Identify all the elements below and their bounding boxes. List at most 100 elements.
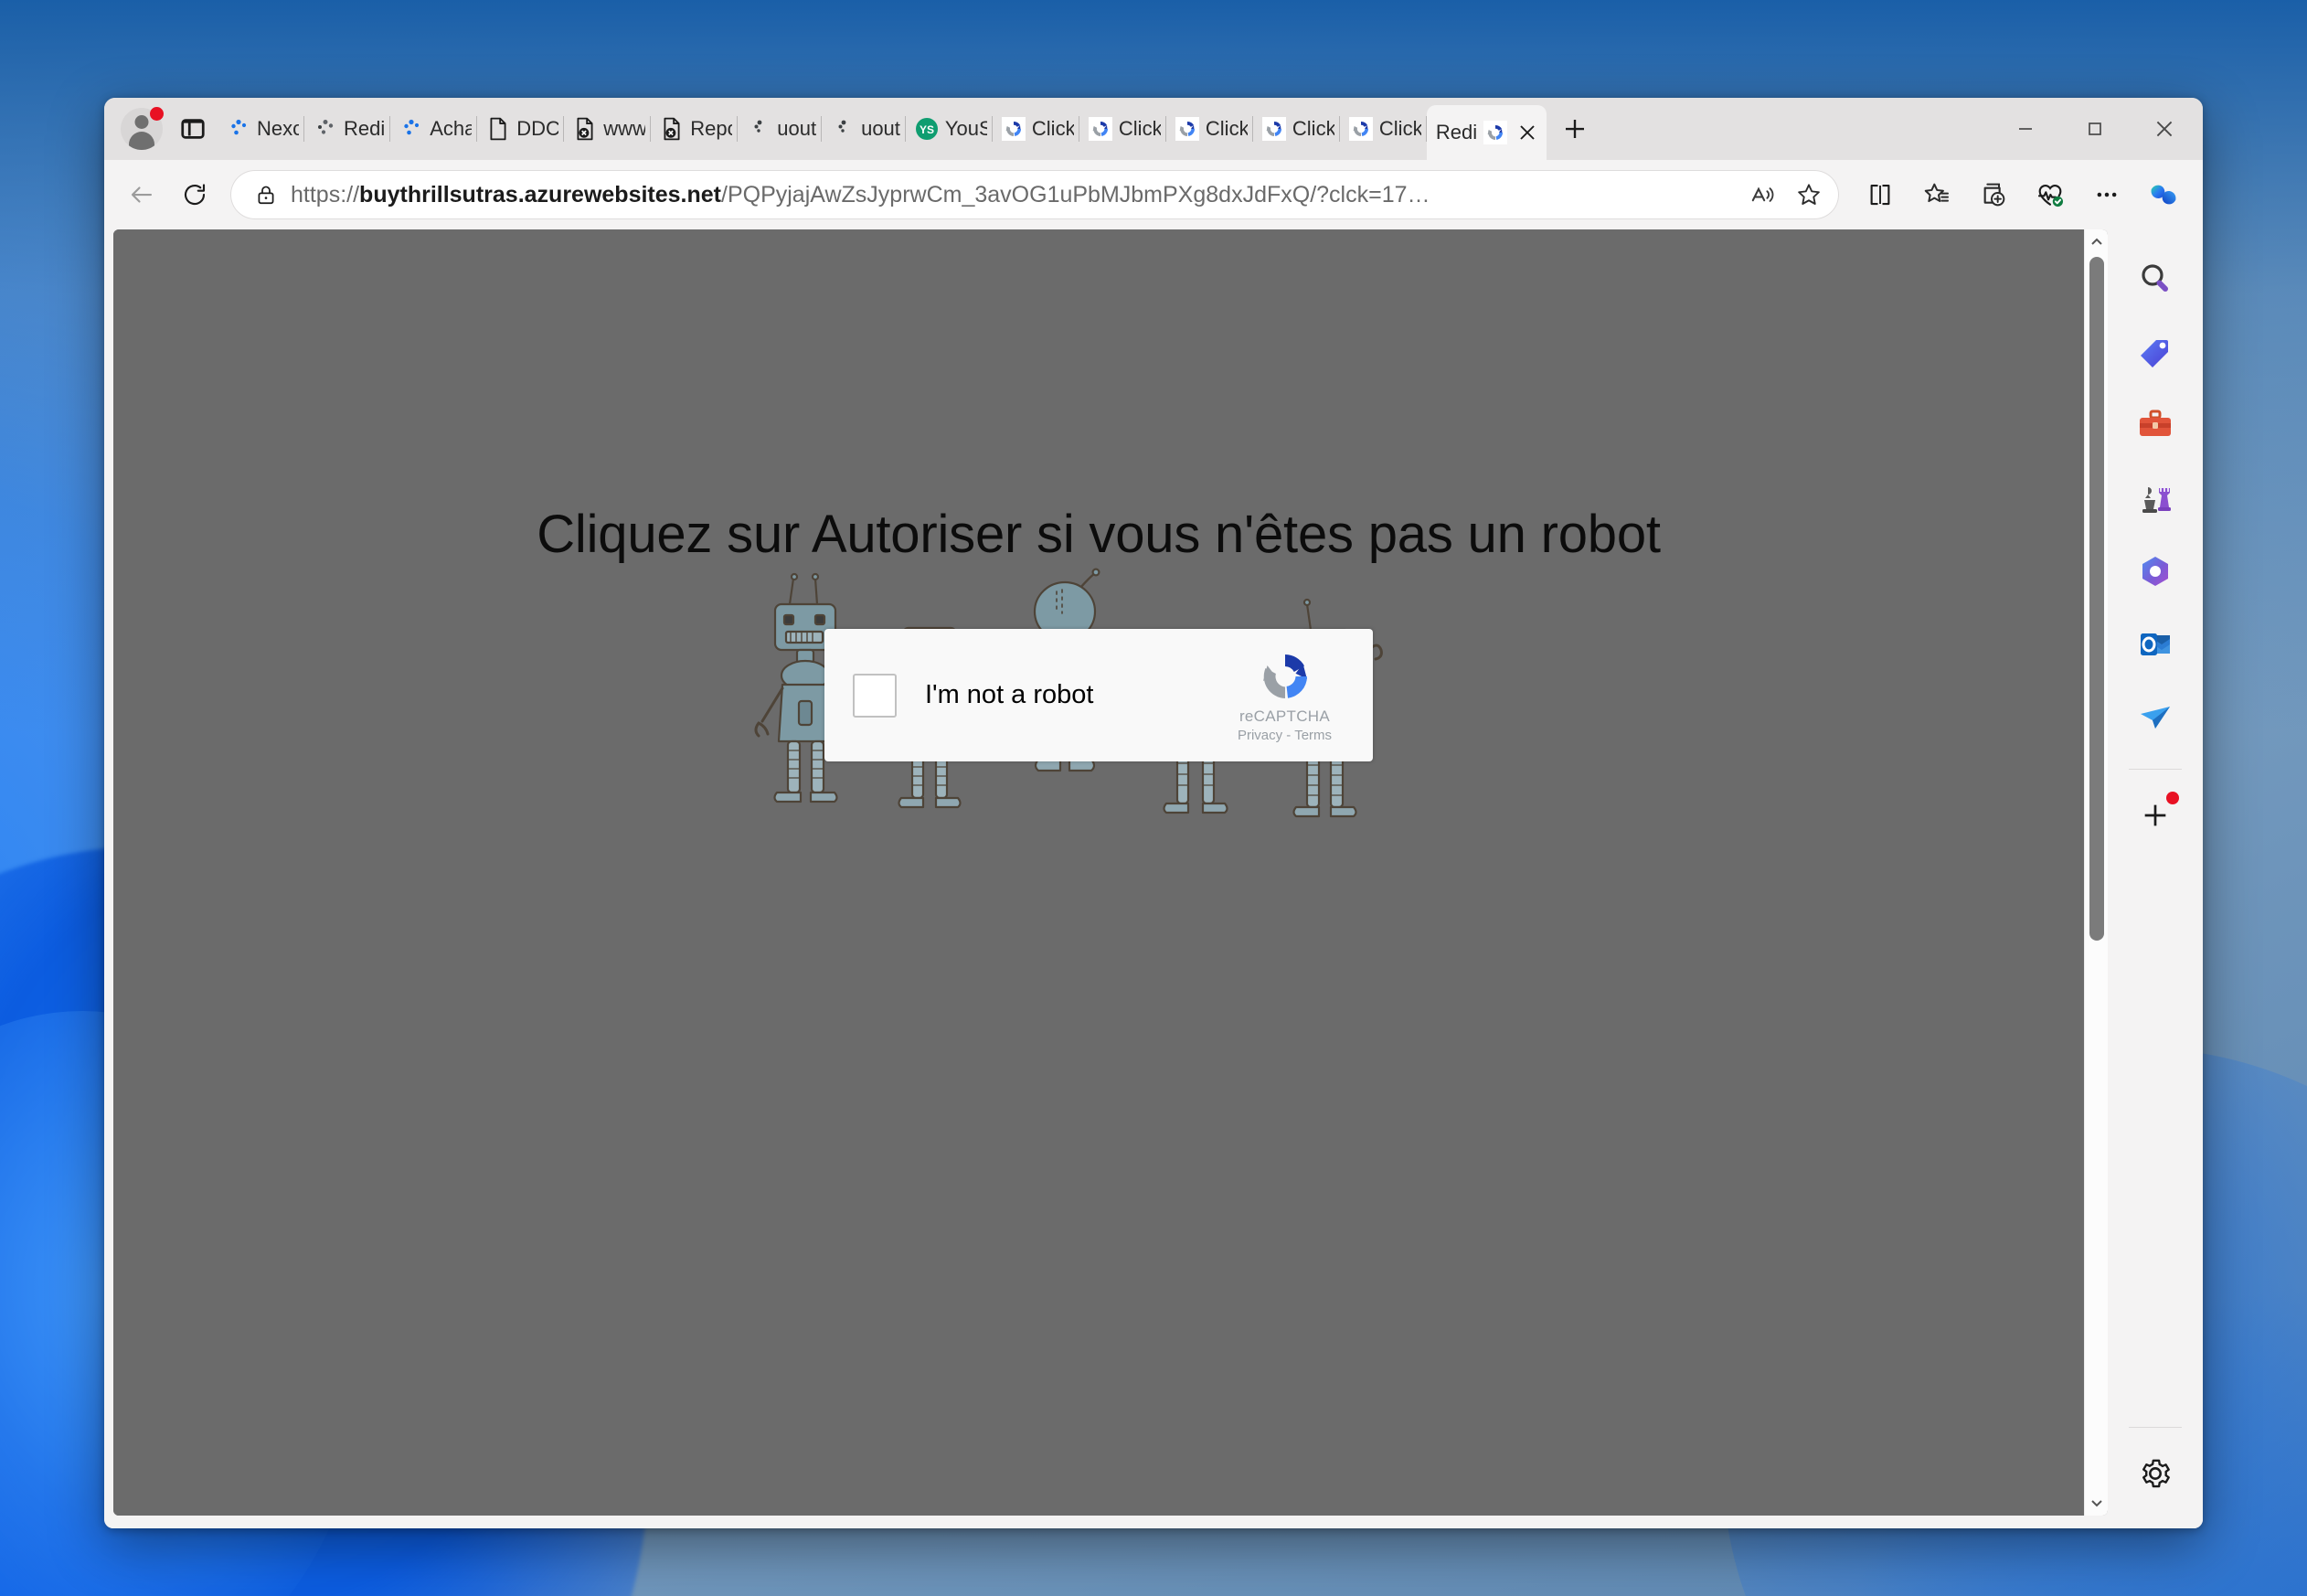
close-button[interactable] <box>2130 98 2199 160</box>
ys-green-icon: YS <box>915 117 939 141</box>
links-separator: - <box>1286 728 1292 743</box>
more-ellipsis-icon <box>2097 192 2117 197</box>
recaptcha-icon <box>1001 117 1026 141</box>
sidebar-divider-bottom <box>2129 1427 2182 1428</box>
recaptcha-icon <box>1483 121 1508 144</box>
recaptcha-checkbox-area[interactable] <box>824 673 925 718</box>
scroll-down-button[interactable] <box>2085 1492 2108 1514</box>
microsoft-365-icon <box>2142 557 2168 586</box>
scroll-up-button[interactable] <box>2085 231 2108 253</box>
profile-button[interactable] <box>121 107 164 150</box>
browser-tab[interactable]: uout <box>738 103 823 154</box>
browser-tab[interactable]: uout <box>822 103 906 154</box>
page-title: Cliquez sur Autoriser si vous n'êtes pas… <box>537 505 1661 564</box>
browser-tab[interactable]: DDC <box>477 103 565 154</box>
copilot-button[interactable] <box>2137 170 2190 219</box>
browser-essentials-heart-icon <box>2037 184 2063 207</box>
sidebar-item-search[interactable] <box>2122 246 2188 312</box>
spinner-dark-icon <box>831 117 855 141</box>
recaptcha-checkbox[interactable] <box>853 673 897 718</box>
price-tag-icon <box>2141 340 2168 367</box>
scrollbar-thumb[interactable] <box>2089 257 2104 941</box>
chevron-down-icon <box>2090 1500 2102 1507</box>
browser-tab[interactable]: Click <box>1253 103 1340 154</box>
split-screen-icon <box>1870 184 1890 206</box>
edge-sidebar <box>2108 229 2203 1528</box>
chess-pieces-icon <box>2142 487 2171 513</box>
tab-title: DDC <box>516 117 559 140</box>
tab-title: Click <box>1292 117 1334 140</box>
tab-title: Acha <box>430 117 473 140</box>
url-path: /PQPyjajAwZsJyprwCm_3avOG1uPbMJbmPXg8dxJ… <box>721 181 1430 207</box>
recaptcha-icon <box>1088 117 1112 141</box>
spinner-blue-icon <box>227 117 250 141</box>
browser-tab-active[interactable]: Redi <box>1426 105 1547 160</box>
profile-alert-badge <box>150 107 164 121</box>
svg-text:YS: YS <box>920 123 934 136</box>
page-error-icon <box>660 117 684 141</box>
settings-and-more-button[interactable] <box>2080 170 2133 219</box>
sidebar-item-shopping[interactable] <box>2122 319 2188 385</box>
recaptcha-icon <box>1175 117 1199 141</box>
tab-title: uout <box>777 117 817 140</box>
browser-tab[interactable]: www <box>564 103 652 154</box>
plus-icon <box>2144 804 2166 826</box>
recaptcha-legal-links[interactable]: Privacy - Terms <box>1238 728 1332 743</box>
terms-link[interactable]: Terms <box>1294 728 1332 743</box>
read-aloud-button[interactable] <box>1740 174 1786 216</box>
outlook-icon <box>2141 633 2170 655</box>
sidebar-customize-button[interactable] <box>2122 782 2188 848</box>
back-button[interactable] <box>117 170 166 219</box>
privacy-link[interactable]: Privacy <box>1238 728 1282 743</box>
browser-tab[interactable]: Click <box>1340 103 1427 154</box>
browser-tab[interactable]: Click <box>1166 103 1253 154</box>
page-scrollbar[interactable] <box>2084 229 2108 1516</box>
tab-title: Redi <box>1435 121 1478 144</box>
split-screen-button[interactable] <box>1854 170 1907 219</box>
sidebar-item-tools[interactable] <box>2122 392 2188 458</box>
address-bar[interactable]: https://buythrillsutras.azurewebsites.ne… <box>230 170 1839 219</box>
sidebar-item-games[interactable] <box>2122 465 2188 531</box>
add-favorite-button[interactable] <box>1786 174 1832 216</box>
browser-essentials-button[interactable] <box>2024 170 2077 219</box>
favorites-star-list-icon <box>1924 183 1949 203</box>
browser-window: Nexc Redi Acha DDC www Rep uout uout YS … <box>104 98 2203 1528</box>
gear-icon <box>2142 1459 2170 1488</box>
tab-title: Repo <box>690 117 732 140</box>
tab-actions-icon <box>181 119 205 139</box>
new-tab-button[interactable] <box>1554 108 1596 150</box>
minimize-button[interactable] <box>1991 98 2060 160</box>
refresh-button[interactable] <box>170 170 219 219</box>
browser-tab[interactable]: Nexc <box>218 103 304 154</box>
site-information-lock-icon[interactable] <box>250 183 282 207</box>
browser-tab[interactable]: Repo <box>651 103 739 154</box>
tab-title: Redi <box>344 117 386 140</box>
tab-title: uout <box>861 117 900 140</box>
browser-tab[interactable]: Click <box>1079 103 1166 154</box>
spinner-blue-icon <box>399 117 423 141</box>
sidebar-item-outlook[interactable] <box>2122 612 2188 677</box>
favorites-button[interactable] <box>1910 170 1963 219</box>
browser-tab[interactable]: Redi <box>304 103 391 154</box>
maximize-button[interactable] <box>2060 98 2130 160</box>
sidebar-item-send[interactable] <box>2122 685 2188 750</box>
address-bar-text: https://buythrillsutras.azurewebsites.ne… <box>291 182 1740 208</box>
page-error-icon <box>573 117 597 141</box>
browser-tab[interactable]: Acha <box>390 103 478 154</box>
close-icon <box>2156 121 2173 137</box>
spinner-dark-icon <box>747 117 771 141</box>
copilot-icon <box>2151 185 2176 205</box>
page-icon <box>486 117 510 141</box>
url-domain: buythrillsutras.azurewebsites.net <box>359 181 721 207</box>
sidebar-item-microsoft-365[interactable] <box>2122 538 2188 604</box>
collections-button[interactable] <box>1967 170 2020 219</box>
collections-icon <box>1983 183 2005 207</box>
browser-tab[interactable]: Click <box>993 103 1079 154</box>
browser-tab[interactable]: YS YouS <box>906 103 993 154</box>
minimize-icon <box>2019 128 2032 130</box>
sidebar-settings-button[interactable] <box>2122 1441 2188 1506</box>
tab-title: Click <box>1031 117 1074 140</box>
tab-close-button[interactable] <box>1514 119 1541 146</box>
recaptcha-widget[interactable]: I'm not a robot reCAPTCHA Privacy - Term… <box>824 629 1373 761</box>
tab-actions-button[interactable] <box>174 110 212 148</box>
